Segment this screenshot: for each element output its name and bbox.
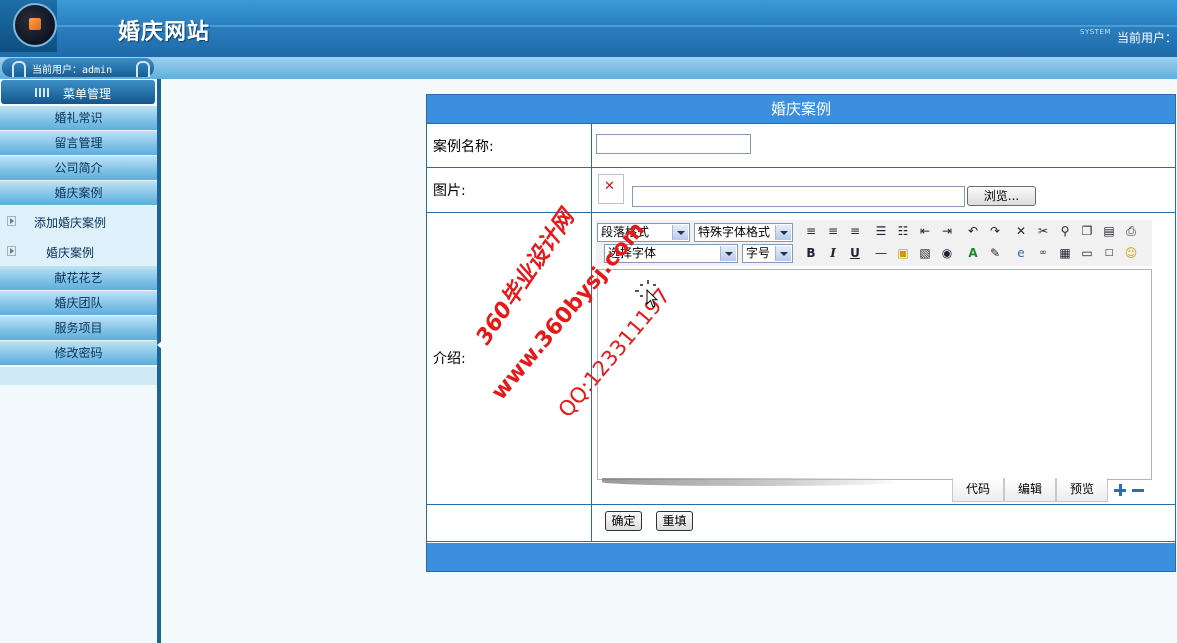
sidebar-item-company-intro[interactable]: 公司简介 [0, 156, 157, 181]
form-icon[interactable]: ▭ [1078, 244, 1096, 262]
copy-icon[interactable]: ❐ [1078, 222, 1096, 240]
media-icon[interactable]: ◉ [938, 244, 956, 262]
editor-shadow [602, 478, 902, 486]
sidebar-subitem-add-case[interactable]: 添加婚庆案例 [0, 206, 157, 236]
form-footer-bar [427, 543, 1175, 571]
case-name-label: 案例名称: [433, 139, 494, 155]
zoom-out-icon[interactable] [1132, 484, 1144, 496]
tab-edit[interactable]: 编辑 [1004, 478, 1056, 502]
editor-toolbar: 段落格式 特殊字体格式 选择字体 字号 ≡ ≡ ≡ ☰ ☷ ⇤ ⇥ ↶ ↷ ✕ … [596, 220, 1152, 266]
special-font-value: 特殊字体格式 [698, 225, 771, 239]
underline-icon[interactable]: U [846, 244, 864, 262]
chevron-down-icon [775, 246, 791, 261]
web-link-icon[interactable]: ∞ [1034, 244, 1052, 262]
image-label: 图片: [433, 183, 466, 199]
sidebar-footer [0, 367, 157, 385]
broken-image-icon [598, 174, 624, 204]
tab-preview[interactable]: 预览 [1056, 478, 1108, 502]
row-divider [427, 167, 1175, 168]
top-header: 婚庆网站 SYSTEM 当前用户： [0, 0, 1177, 57]
paste-icon[interactable]: ▤ [1100, 222, 1118, 240]
special-font-select[interactable]: 特殊字体格式 [694, 223, 793, 242]
horizontal-rule-icon[interactable]: — [872, 244, 890, 262]
busy-indicator-icon [635, 280, 656, 297]
sidebar-subitem-label: 添加婚庆案例 [34, 216, 107, 230]
undo-icon[interactable]: ↶ [964, 222, 982, 240]
browse-button[interactable]: 浏览... [967, 186, 1036, 206]
zoom-in-icon[interactable] [1114, 484, 1126, 496]
find-icon[interactable]: ⚲ [1056, 222, 1074, 240]
rich-text-editor: 段落格式 特殊字体格式 选择字体 字号 ≡ ≡ ≡ ☰ ☷ ⇤ ⇥ ↶ ↷ ✕ … [596, 220, 1152, 502]
chevron-down-icon [720, 246, 736, 261]
system-tag: SYSTEM [1080, 28, 1111, 36]
editor-content-area[interactable] [597, 269, 1152, 480]
column-divider [591, 123, 592, 541]
font-color-icon[interactable]: A [964, 244, 982, 262]
redo-icon[interactable]: ↷ [986, 222, 1004, 240]
font-size-value: 字号 [746, 246, 771, 260]
insert-image-icon[interactable]: ▧ [916, 244, 934, 262]
align-right-icon[interactable]: ≡ [846, 222, 864, 240]
menu-header[interactable]: 菜单管理 [1, 80, 155, 104]
row-divider [427, 541, 1175, 542]
header-stripe [56, 25, 1177, 27]
ordered-list-icon[interactable]: ☷ [894, 222, 912, 240]
collapse-arrow-icon[interactable] [157, 341, 162, 349]
cut-icon[interactable]: ✂ [1034, 222, 1052, 240]
delete-icon[interactable]: ✕ [1012, 222, 1030, 240]
file-path-input[interactable] [632, 186, 965, 207]
ring-icon [12, 61, 26, 77]
tab-code[interactable]: 代码 [952, 478, 1004, 502]
submit-button[interactable]: 确定 [605, 511, 642, 531]
row-divider [427, 504, 1175, 505]
menu-header-label: 菜单管理 [63, 87, 112, 101]
grid-icon [35, 88, 49, 97]
folder-icon[interactable]: ▣ [894, 244, 912, 262]
chevron-down-icon [672, 225, 688, 240]
indent-icon[interactable]: ⇥ [938, 222, 956, 240]
sidebar-item-team[interactable]: 婚庆团队 [0, 291, 157, 316]
unordered-list-icon[interactable]: ☰ [872, 222, 890, 240]
smiley-icon[interactable]: ☺ [1122, 244, 1140, 262]
row-divider [427, 212, 1175, 213]
outdent-icon[interactable]: ⇤ [916, 222, 934, 240]
sidebar-subitem-label: 婚庆案例 [46, 246, 95, 260]
sidebar-item-flowers[interactable]: 献花花艺 [0, 266, 157, 291]
highlight-icon[interactable]: ✎ [986, 244, 1004, 262]
sidebar-subitem-cases[interactable]: 婚庆案例 [0, 236, 157, 266]
sidebar: 菜单管理 婚礼常识 留言管理 公司简介 婚庆案例 添加婚庆案例 婚庆案例 献花花… [0, 79, 157, 643]
table-icon[interactable]: ▦ [1056, 244, 1074, 262]
sidebar-item-wedding-cases[interactable]: 婚庆案例 [0, 181, 157, 206]
current-user-label: 当前用户： [1117, 31, 1177, 45]
case-name-input[interactable] [596, 134, 751, 154]
logo-box [0, 0, 57, 52]
ring-icon [136, 61, 150, 77]
intro-label: 介绍: [433, 351, 466, 367]
link-icon[interactable]: e [1012, 244, 1030, 262]
form-title: 婚庆案例 [427, 95, 1175, 123]
arrow-right-icon [7, 246, 16, 256]
font-size-select[interactable]: 字号 [742, 244, 793, 263]
current-user-text: 当前用户：admin [32, 65, 113, 76]
print-icon[interactable]: ⎙ [1122, 222, 1140, 240]
sidebar-item-change-password[interactable]: 修改密码 [0, 341, 157, 366]
current-user-pill: 当前用户：admin [2, 58, 154, 77]
sub-header-bar: 当前用户：admin [0, 57, 1177, 79]
arrow-right-icon [7, 216, 16, 226]
sidebar-item-wedding-knowledge[interactable]: 婚礼常识 [0, 106, 157, 131]
reset-button[interactable]: 重填 [656, 511, 693, 531]
align-left-icon[interactable]: ≡ [802, 222, 820, 240]
sidebar-divider[interactable] [157, 79, 161, 643]
chevron-down-icon [775, 225, 791, 240]
site-title: 婚庆网站 [118, 19, 211, 45]
xml-icon[interactable]: □ [1100, 244, 1118, 262]
sidebar-item-messages[interactable]: 留言管理 [0, 131, 157, 156]
sidebar-item-services[interactable]: 服务项目 [0, 316, 157, 341]
align-center-icon[interactable]: ≡ [824, 222, 842, 240]
logo-icon [13, 3, 57, 47]
italic-icon[interactable]: I [824, 244, 842, 262]
row-divider [427, 123, 1175, 124]
bold-icon[interactable]: B [802, 244, 820, 262]
